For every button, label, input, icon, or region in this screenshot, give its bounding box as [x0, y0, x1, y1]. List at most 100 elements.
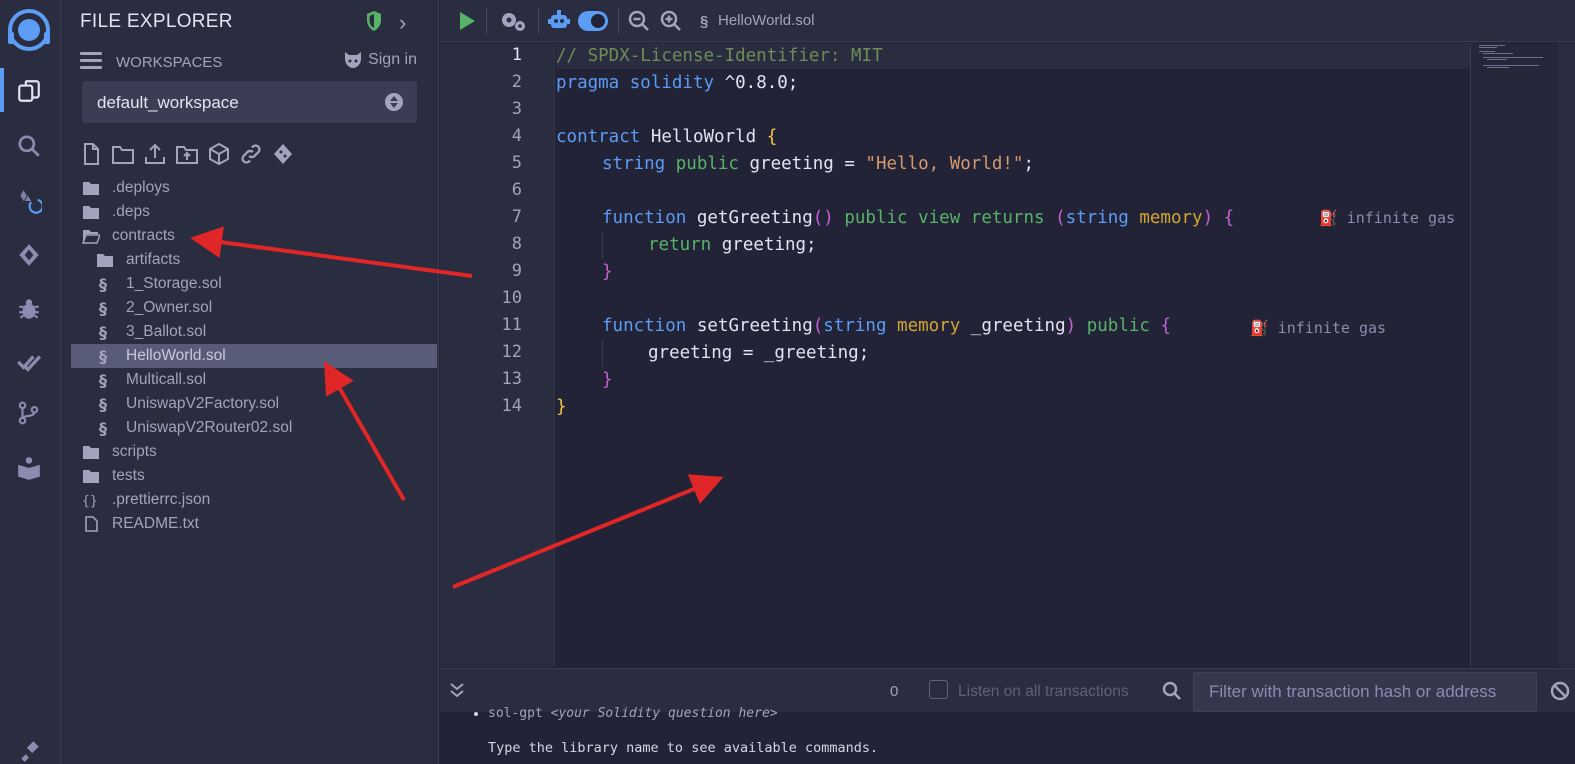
file-item[interactable]: § Multicall.sol [71, 368, 437, 392]
remix-logo-icon[interactable] [4, 8, 54, 54]
zoom-out-icon[interactable] [628, 9, 650, 33]
file-item[interactable]: § 1_Storage.sol [71, 272, 437, 296]
svg-text:§: § [99, 276, 107, 292]
bullet [474, 712, 478, 716]
compile-settings-icon[interactable] [500, 9, 528, 33]
line-number: 11 [501, 315, 522, 335]
folder-item[interactable]: .deploys [71, 176, 437, 200]
editor-scrollbar[interactable] [1558, 43, 1575, 667]
tab-helloworld[interactable]: HelloWorld.sol [718, 12, 814, 29]
select-arrows-icon [385, 93, 403, 111]
code-line: } [556, 397, 567, 417]
json-file-icon: {} [82, 492, 100, 508]
folder-item[interactable]: artifacts [71, 248, 437, 272]
git-icon[interactable] [14, 398, 44, 428]
code-area[interactable]: // SPDX-License-Identifier: MIT pragma s… [556, 43, 1470, 667]
run-icon[interactable] [458, 9, 476, 33]
filter-input[interactable] [1194, 673, 1536, 711]
file-explorer-icon[interactable] [14, 76, 44, 106]
divider [486, 8, 487, 34]
deploy-run-icon[interactable] [14, 240, 44, 270]
solidity-compiler-icon[interactable] [14, 186, 44, 216]
active-plugin-indicator [0, 68, 4, 112]
transaction-filter[interactable] [1193, 672, 1537, 712]
svg-text:§: § [99, 372, 107, 388]
line-number: 9 [511, 261, 522, 281]
plugin-manager-icon[interactable] [14, 736, 44, 764]
search-icon[interactable] [14, 131, 44, 161]
clear-console-icon[interactable] [1550, 681, 1570, 706]
fuel-pump-icon: ⛽ [1250, 319, 1269, 337]
line-number: 5 [511, 153, 522, 173]
tree-item-label: 3_Ballot.sol [126, 323, 207, 340]
remix-ide: FILE EXPLORER › WORKSPACES Sign in defau… [0, 0, 1575, 764]
folder-open-icon [82, 228, 100, 244]
folder-icon [82, 204, 100, 220]
unit-testing-icon[interactable] [14, 348, 44, 378]
search-icon [1162, 681, 1182, 706]
tree-item-label: UniswapV2Factory.sol [126, 395, 280, 412]
workspace-menu-icon[interactable] [80, 52, 102, 70]
code-line: contract HelloWorld { [556, 127, 778, 147]
tree-item-label: .deps [112, 203, 150, 220]
explorer-toolbar [80, 142, 294, 166]
folder-icon [82, 444, 100, 460]
new-folder-icon[interactable] [112, 142, 134, 166]
folder-item[interactable]: contracts [71, 224, 437, 248]
cube-icon[interactable] [208, 142, 230, 166]
file-item[interactable]: {} .prettierrc.json [71, 488, 437, 512]
tree-item-label: HelloWorld.sol [126, 347, 226, 364]
folder-icon [82, 180, 100, 196]
line-number: 14 [501, 396, 522, 416]
code-editor[interactable]: 1 2 3 4 5 6 7 8 9 10 11 12 13 14 // SPDX-License-Iden… [440, 43, 1470, 667]
listen-checkbox[interactable] [929, 680, 948, 699]
file-explorer-panel: FILE EXPLORER › WORKSPACES Sign in defau… [61, 0, 439, 764]
tree-item-label: UniswapV2Router02.sol [126, 419, 293, 436]
solidity-file-icon: § [96, 420, 114, 436]
debugger-icon[interactable] [14, 294, 44, 324]
file-item[interactable]: § 2_Owner.sol [71, 296, 437, 320]
svg-text:§: § [99, 420, 107, 436]
file-item[interactable]: § HelloWorld.sol [71, 344, 437, 368]
terminal-output[interactable]: sol-gpt <your Solidity question here> Ty… [440, 706, 1575, 764]
folder-item[interactable]: .deps [71, 200, 437, 224]
tree-item-label: tests [112, 467, 145, 484]
folder-item[interactable]: scripts [71, 440, 437, 464]
copilot-toggle[interactable] [578, 11, 608, 31]
git-clone-icon[interactable] [272, 142, 294, 166]
line-number: 8 [511, 234, 522, 254]
line-number: 4 [511, 126, 522, 146]
tree-item-label: .deploys [112, 179, 170, 196]
folder-item[interactable]: tests [71, 464, 437, 488]
learneth-icon[interactable] [14, 453, 44, 483]
file-item[interactable]: § 3_Ballot.sol [71, 320, 437, 344]
upload-file-icon[interactable] [144, 142, 166, 166]
svg-text:§: § [99, 324, 107, 340]
chevron-right-icon[interactable]: › [399, 10, 406, 36]
workspaces-label: WORKSPACES [116, 54, 223, 71]
link-icon[interactable] [240, 142, 262, 166]
shield-icon[interactable] [365, 10, 383, 32]
editor-topbar: § HelloWorld.sol [440, 0, 1575, 42]
file-item[interactable]: § UniswapV2Factory.sol [71, 392, 437, 416]
zoom-in-icon[interactable] [660, 9, 682, 33]
collapse-terminal-icon[interactable] [450, 681, 464, 704]
solidity-file-icon: § [96, 300, 114, 316]
line-number: 1 [511, 45, 522, 65]
code-minimap[interactable] [1470, 43, 1558, 667]
file-item[interactable]: § UniswapV2Router02.sol [71, 416, 437, 440]
folder-icon [96, 252, 114, 268]
upload-folder-icon[interactable] [176, 142, 198, 166]
solidity-file-icon: § [96, 396, 114, 412]
line-number: 13 [501, 369, 522, 389]
workspace-select[interactable]: default_workspace [82, 81, 417, 123]
code-line: string public greeting = "Hello, World!"… [602, 154, 1035, 174]
icon-rail [0, 0, 61, 764]
code-line: return greeting; [648, 235, 817, 255]
github-sign-in[interactable]: Sign in [342, 51, 417, 69]
solidity-file-icon: § [700, 12, 709, 30]
ai-copilot-icon[interactable] [548, 9, 570, 33]
tree-item-label: scripts [112, 443, 157, 460]
new-file-icon[interactable] [80, 142, 102, 166]
file-item[interactable]: README.txt [71, 512, 437, 536]
